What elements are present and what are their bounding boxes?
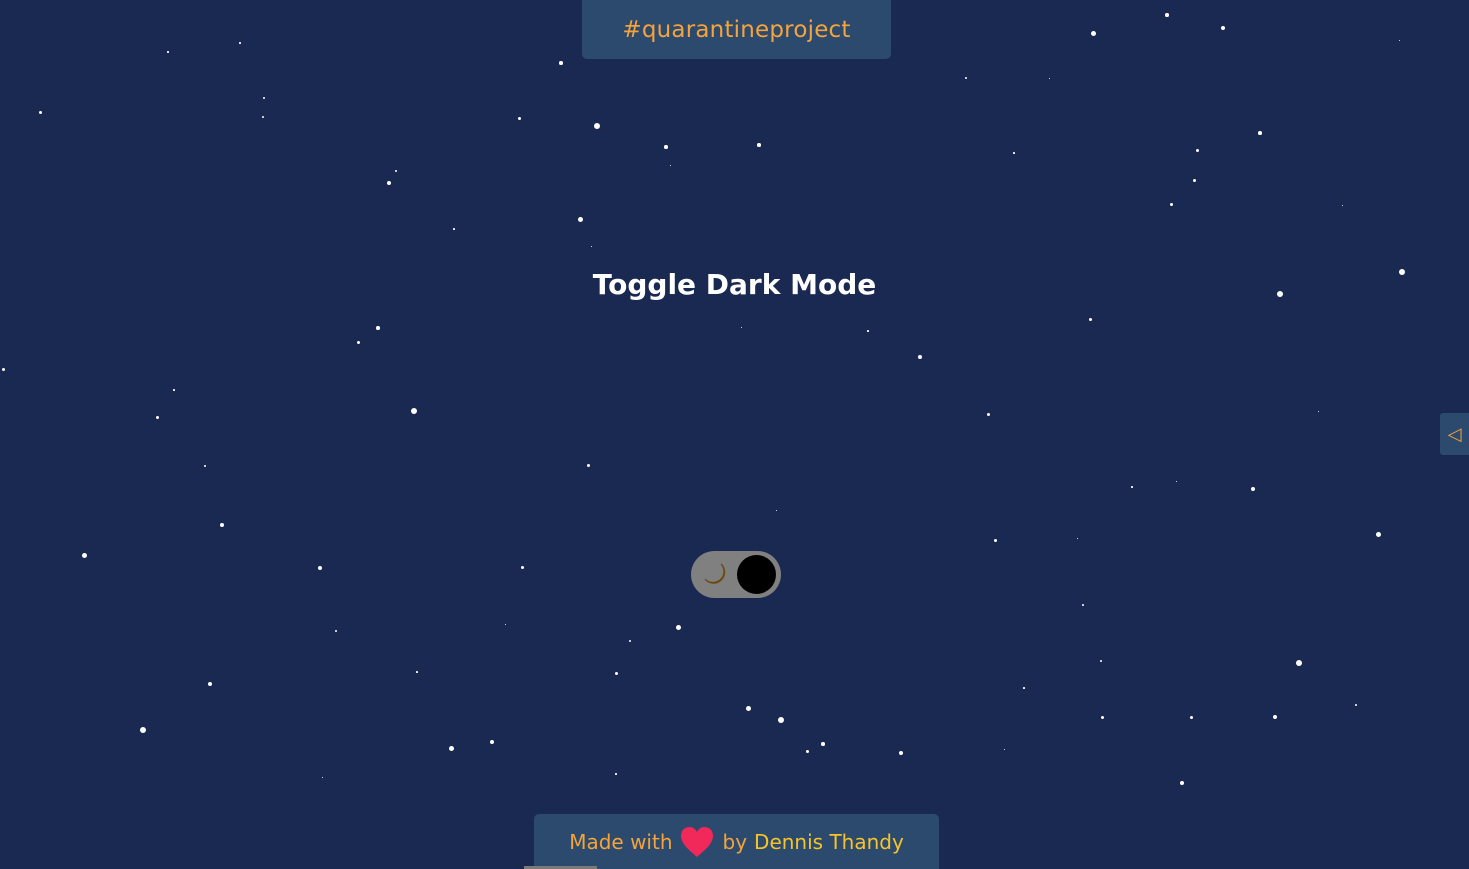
star bbox=[675, 624, 681, 630]
star bbox=[1165, 13, 1169, 17]
star bbox=[416, 671, 418, 673]
star bbox=[745, 705, 751, 711]
star bbox=[334, 629, 338, 633]
star bbox=[993, 538, 997, 542]
star bbox=[757, 143, 761, 147]
star bbox=[899, 751, 903, 755]
star bbox=[1131, 486, 1133, 488]
star bbox=[1013, 152, 1015, 154]
star bbox=[775, 509, 777, 511]
project-tag: #quarantineproject bbox=[582, 0, 891, 59]
star bbox=[1221, 26, 1225, 30]
star bbox=[1, 367, 5, 371]
star bbox=[261, 115, 265, 119]
star bbox=[1099, 659, 1103, 663]
footer-prefix: Made with bbox=[569, 829, 673, 854]
footer-by: by bbox=[722, 829, 748, 854]
star bbox=[1076, 537, 1078, 539]
star bbox=[140, 727, 146, 733]
footer-author: Dennis Thandy bbox=[754, 829, 904, 854]
star bbox=[1296, 660, 1302, 666]
star bbox=[239, 42, 241, 44]
page-title: Toggle Dark Mode bbox=[592, 268, 877, 301]
star bbox=[664, 145, 668, 149]
project-tag-text: #quarantineproject bbox=[622, 16, 851, 43]
star bbox=[1023, 687, 1025, 689]
star bbox=[1189, 715, 1193, 719]
star bbox=[167, 51, 169, 53]
star bbox=[1317, 410, 1319, 412]
star bbox=[321, 776, 323, 778]
star bbox=[1088, 317, 1092, 321]
star bbox=[453, 228, 455, 230]
star bbox=[805, 749, 809, 753]
star bbox=[669, 164, 671, 166]
star bbox=[1195, 148, 1199, 152]
star bbox=[1375, 531, 1381, 537]
star bbox=[220, 523, 224, 527]
footer-credit: Made with by Dennis Thandy bbox=[534, 814, 939, 869]
star bbox=[1398, 39, 1400, 41]
star bbox=[590, 245, 592, 247]
star bbox=[262, 96, 266, 100]
star bbox=[1090, 30, 1096, 36]
side-panel-tab[interactable]: ◁ bbox=[1440, 413, 1469, 455]
star bbox=[376, 326, 380, 330]
star bbox=[394, 169, 398, 173]
star bbox=[740, 326, 742, 328]
star bbox=[155, 415, 159, 419]
star bbox=[821, 742, 825, 746]
star bbox=[778, 717, 784, 723]
dark-mode-toggle[interactable] bbox=[691, 551, 781, 598]
moon-icon bbox=[704, 563, 726, 584]
star bbox=[1169, 202, 1173, 206]
star bbox=[577, 216, 583, 222]
star bbox=[1341, 204, 1343, 206]
toggle-knob bbox=[737, 555, 776, 594]
star bbox=[520, 565, 524, 569]
starfield bbox=[0, 0, 1469, 869]
star bbox=[173, 389, 175, 391]
star bbox=[81, 552, 87, 558]
star bbox=[504, 623, 506, 625]
star bbox=[1180, 781, 1184, 785]
star bbox=[1273, 715, 1277, 719]
star bbox=[387, 181, 391, 185]
star bbox=[918, 355, 922, 359]
star bbox=[1048, 77, 1050, 79]
star bbox=[614, 671, 618, 675]
star bbox=[1251, 487, 1255, 491]
star bbox=[1192, 178, 1196, 182]
star bbox=[586, 463, 590, 467]
star bbox=[1258, 131, 1262, 135]
heart-icon bbox=[680, 826, 713, 857]
star bbox=[517, 116, 521, 120]
star bbox=[448, 745, 454, 751]
triangle-left-icon: ◁ bbox=[1447, 423, 1462, 445]
star bbox=[615, 773, 617, 775]
star bbox=[594, 123, 600, 129]
star bbox=[1081, 603, 1085, 607]
star bbox=[490, 740, 494, 744]
star bbox=[411, 408, 417, 414]
star bbox=[867, 330, 869, 332]
star bbox=[208, 682, 212, 686]
star bbox=[965, 77, 967, 79]
star bbox=[1354, 703, 1358, 707]
star bbox=[1003, 748, 1005, 750]
star bbox=[1100, 715, 1104, 719]
star bbox=[38, 110, 42, 114]
star bbox=[204, 465, 206, 467]
star bbox=[986, 412, 990, 416]
star bbox=[318, 566, 322, 570]
star bbox=[356, 340, 360, 344]
star bbox=[628, 639, 632, 643]
star bbox=[559, 61, 563, 65]
star bbox=[1175, 480, 1177, 482]
